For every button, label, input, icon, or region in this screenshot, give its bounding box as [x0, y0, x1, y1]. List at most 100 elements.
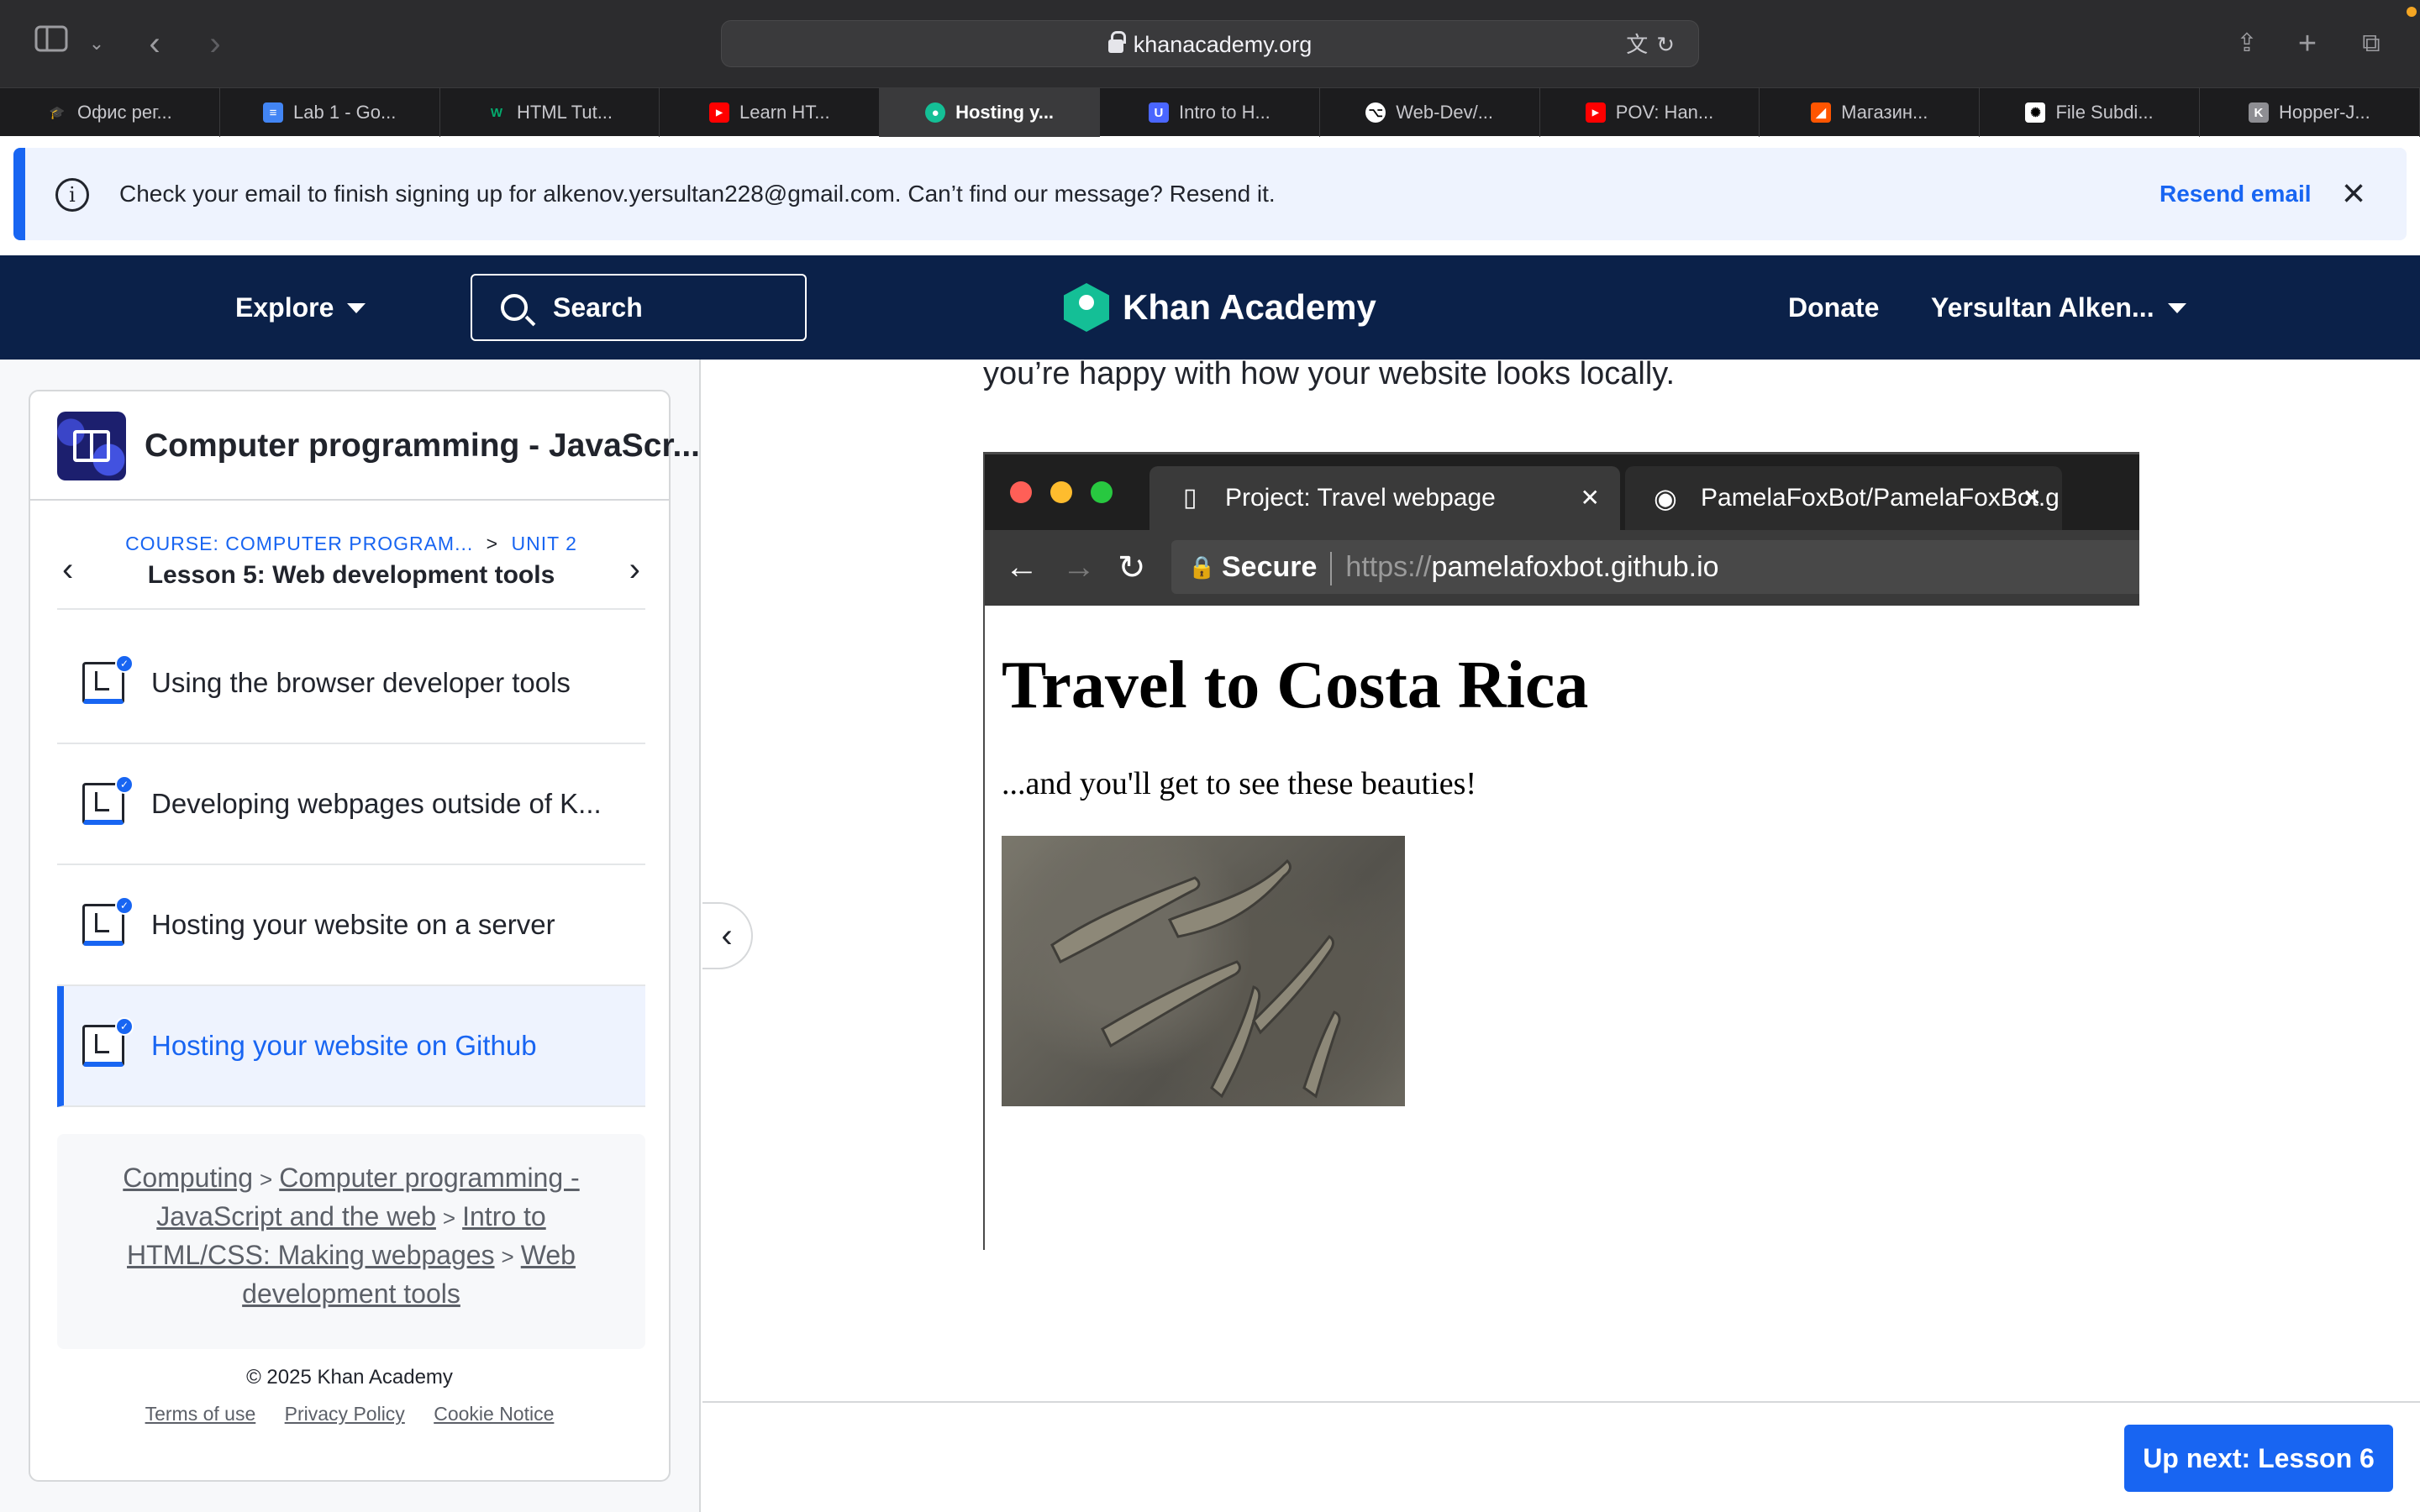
check-icon: ✓: [115, 1017, 134, 1036]
screenshot-tab-label: Project: Travel webpage: [1225, 484, 1496, 512]
explore-menu[interactable]: Explore: [235, 255, 366, 360]
lesson-navigator: COURSE: COMPUTER PROGRAM... > UNIT 2 Les…: [57, 517, 645, 610]
course-header: Computer programming - JavaScr...: [30, 391, 700, 501]
youtube-icon: ▶: [708, 102, 729, 123]
browser-tab[interactable]: U Intro to H...: [1100, 88, 1320, 137]
collapse-sidebar-button[interactable]: ‹: [702, 902, 753, 969]
w3schools-icon: W: [490, 105, 503, 120]
browser-tab-active[interactable]: ● Hosting y...: [880, 88, 1100, 137]
github-icon: ◉: [1654, 483, 1677, 513]
crumb-separator: >: [486, 533, 499, 554]
lesson-item[interactable]: ✓ Using the browser developer tools: [57, 623, 645, 744]
sidebar-toggle-icon[interactable]: [32, 25, 71, 62]
browser-tab[interactable]: ◢ Магазин...: [1760, 88, 1981, 137]
banner-message: Check your email to finish signing up fo…: [119, 181, 1276, 207]
donate-link[interactable]: Donate: [1788, 255, 1879, 360]
breadcrumb: Computing > Computer programming - JavaScr…: [57, 1134, 645, 1349]
back-icon[interactable]: ‹: [139, 25, 170, 62]
terms-link[interactable]: Terms of use: [145, 1403, 256, 1425]
explore-label: Explore: [235, 292, 334, 323]
email-verification-banner: i Check your email to finish signing up …: [13, 148, 2407, 240]
screenshot-heading: Travel to Costa Rica: [1002, 648, 1589, 722]
browser-tab[interactable]: 🎓 Офис рег...: [0, 88, 220, 137]
url-host: pamelafoxbot.github.io: [1431, 551, 1719, 583]
next-lesson-icon[interactable]: ›: [629, 551, 640, 589]
address-url: khanacademy.org: [1133, 32, 1313, 57]
check-icon: ✓: [115, 896, 134, 915]
cookie-link[interactable]: Cookie Notice: [434, 1403, 554, 1425]
logo-text: Khan Academy: [1123, 287, 1376, 327]
lesson-item-label: Developing webpages outside of K...: [151, 788, 602, 819]
github-icon: ⌥: [1365, 102, 1386, 123]
new-tab-icon[interactable]: +: [2292, 25, 2323, 62]
browser-tab[interactable]: ▶ Learn HT...: [660, 88, 881, 137]
previous-lesson-icon[interactable]: ‹: [62, 551, 73, 589]
course-icon: [57, 412, 126, 480]
openai-icon: ✺: [2025, 102, 2046, 123]
browser-tab[interactable]: ▶ POV: Han...: [1540, 88, 1760, 137]
lesson-item-current[interactable]: ✓ Hosting your website on Github: [57, 986, 645, 1107]
minimize-dot: [1050, 481, 1072, 503]
share-icon[interactable]: ⇪: [2232, 25, 2262, 62]
course-title[interactable]: Computer programming - JavaScr...: [145, 391, 700, 501]
tab-overview-icon[interactable]: ⧉: [2354, 25, 2388, 62]
breadcrumb-link[interactable]: Computing: [123, 1163, 253, 1193]
reload-icon[interactable]: ↻: [1656, 32, 1683, 57]
lock-icon: 🔒: [1188, 554, 1216, 580]
close-dot: [1010, 481, 1032, 503]
course-crumb-link[interactable]: COURSE: COMPUTER PROGRAM...: [125, 533, 473, 554]
browser-tab[interactable]: ≡ Lab 1 - Go...: [220, 88, 440, 137]
khan-academy-icon: ●: [925, 102, 946, 123]
user-name: Yersultan Alken...: [1931, 292, 2154, 323]
screenshot-tab: ▯ Project: Travel webpage ✕: [1150, 466, 1620, 530]
bottom-bar: Up next: Lesson 6: [702, 1401, 2420, 1512]
forward-icon[interactable]: ›: [200, 25, 230, 62]
info-icon: i: [55, 178, 89, 212]
chevron-down-icon[interactable]: ⌄: [86, 25, 108, 62]
caret-down-icon: [2167, 303, 2186, 313]
lesson-title: Lesson 5: Web development tools: [147, 561, 555, 589]
search-placeholder: Search: [553, 292, 643, 323]
browser-tab[interactable]: ⌥ Web-Dev/...: [1320, 88, 1540, 137]
footer-links: Terms of use Privacy Policy Cookie Notic…: [30, 1403, 669, 1425]
caret-down-icon: [347, 303, 366, 313]
lesson-item[interactable]: ✓ Developing webpages outside of K...: [57, 744, 645, 865]
screenshot-url-bar: 🔒 Secure https://pamelafoxbot.github.io: [1171, 540, 2139, 594]
check-icon: ✓: [115, 654, 134, 673]
translate-icon[interactable]: 文: [1626, 32, 1656, 57]
notification-dot: [2407, 7, 2417, 17]
article-text: you’re happy with how your website looks…: [983, 356, 1676, 391]
search-input[interactable]: Search: [471, 274, 807, 341]
course-card: Computer programming - JavaScr... COURSE…: [29, 390, 700, 1482]
khan-academy-hex-icon: [1064, 283, 1109, 332]
address-bar[interactable]: khanacademy.org 文↻: [721, 20, 1699, 67]
site-header: Explore Search Khan Academy Donate Yersu…: [0, 255, 2420, 360]
lesson-item-label: Using the browser developer tools: [151, 667, 571, 698]
lesson-item[interactable]: ✓ Hosting your website on a server: [57, 865, 645, 986]
browser-tab[interactable]: W HTML Tut...: [440, 88, 660, 137]
lock-icon: [1107, 31, 1126, 53]
user-menu[interactable]: Yersultan Alken...: [1931, 255, 2186, 360]
k-icon: K: [2248, 102, 2269, 123]
crumb-separator: >: [260, 1167, 273, 1192]
unit-crumb-link[interactable]: UNIT 2: [511, 533, 576, 554]
article-content: you’re happy with how your website looks…: [702, 356, 2420, 1401]
khan-academy-logo[interactable]: Khan Academy: [1064, 255, 1376, 360]
screenshot-tab: ◉ PamelaFoxBot/PamelaFoxBot.g ✕: [1625, 466, 2062, 530]
privacy-link[interactable]: Privacy Policy: [285, 1403, 405, 1425]
lesson-item-label: Hosting your website on Github: [151, 1030, 537, 1061]
browser-tab[interactable]: K Hopper-J...: [2200, 88, 2420, 137]
article-icon: ✓: [82, 896, 134, 946]
secure-label: Secure: [1222, 551, 1318, 583]
article-icon: ✓: [82, 654, 134, 704]
resend-email-link[interactable]: Resend email: [2160, 148, 2312, 240]
crumb-separator: >: [442, 1205, 456, 1231]
sidebar: Computer programming - JavaScr... COURSE…: [0, 360, 701, 1512]
close-icon: ✕: [1580, 485, 1600, 511]
store-icon: ◢: [1811, 102, 1832, 123]
browser-tab[interactable]: ✺ File Subdi...: [1980, 88, 2200, 137]
close-icon[interactable]: ×: [2333, 173, 2375, 215]
up-next-button[interactable]: Up next: Lesson 6: [2124, 1425, 2393, 1492]
graduation-cap-icon: 🎓: [49, 106, 66, 120]
close-icon: ✕: [2022, 485, 2042, 511]
